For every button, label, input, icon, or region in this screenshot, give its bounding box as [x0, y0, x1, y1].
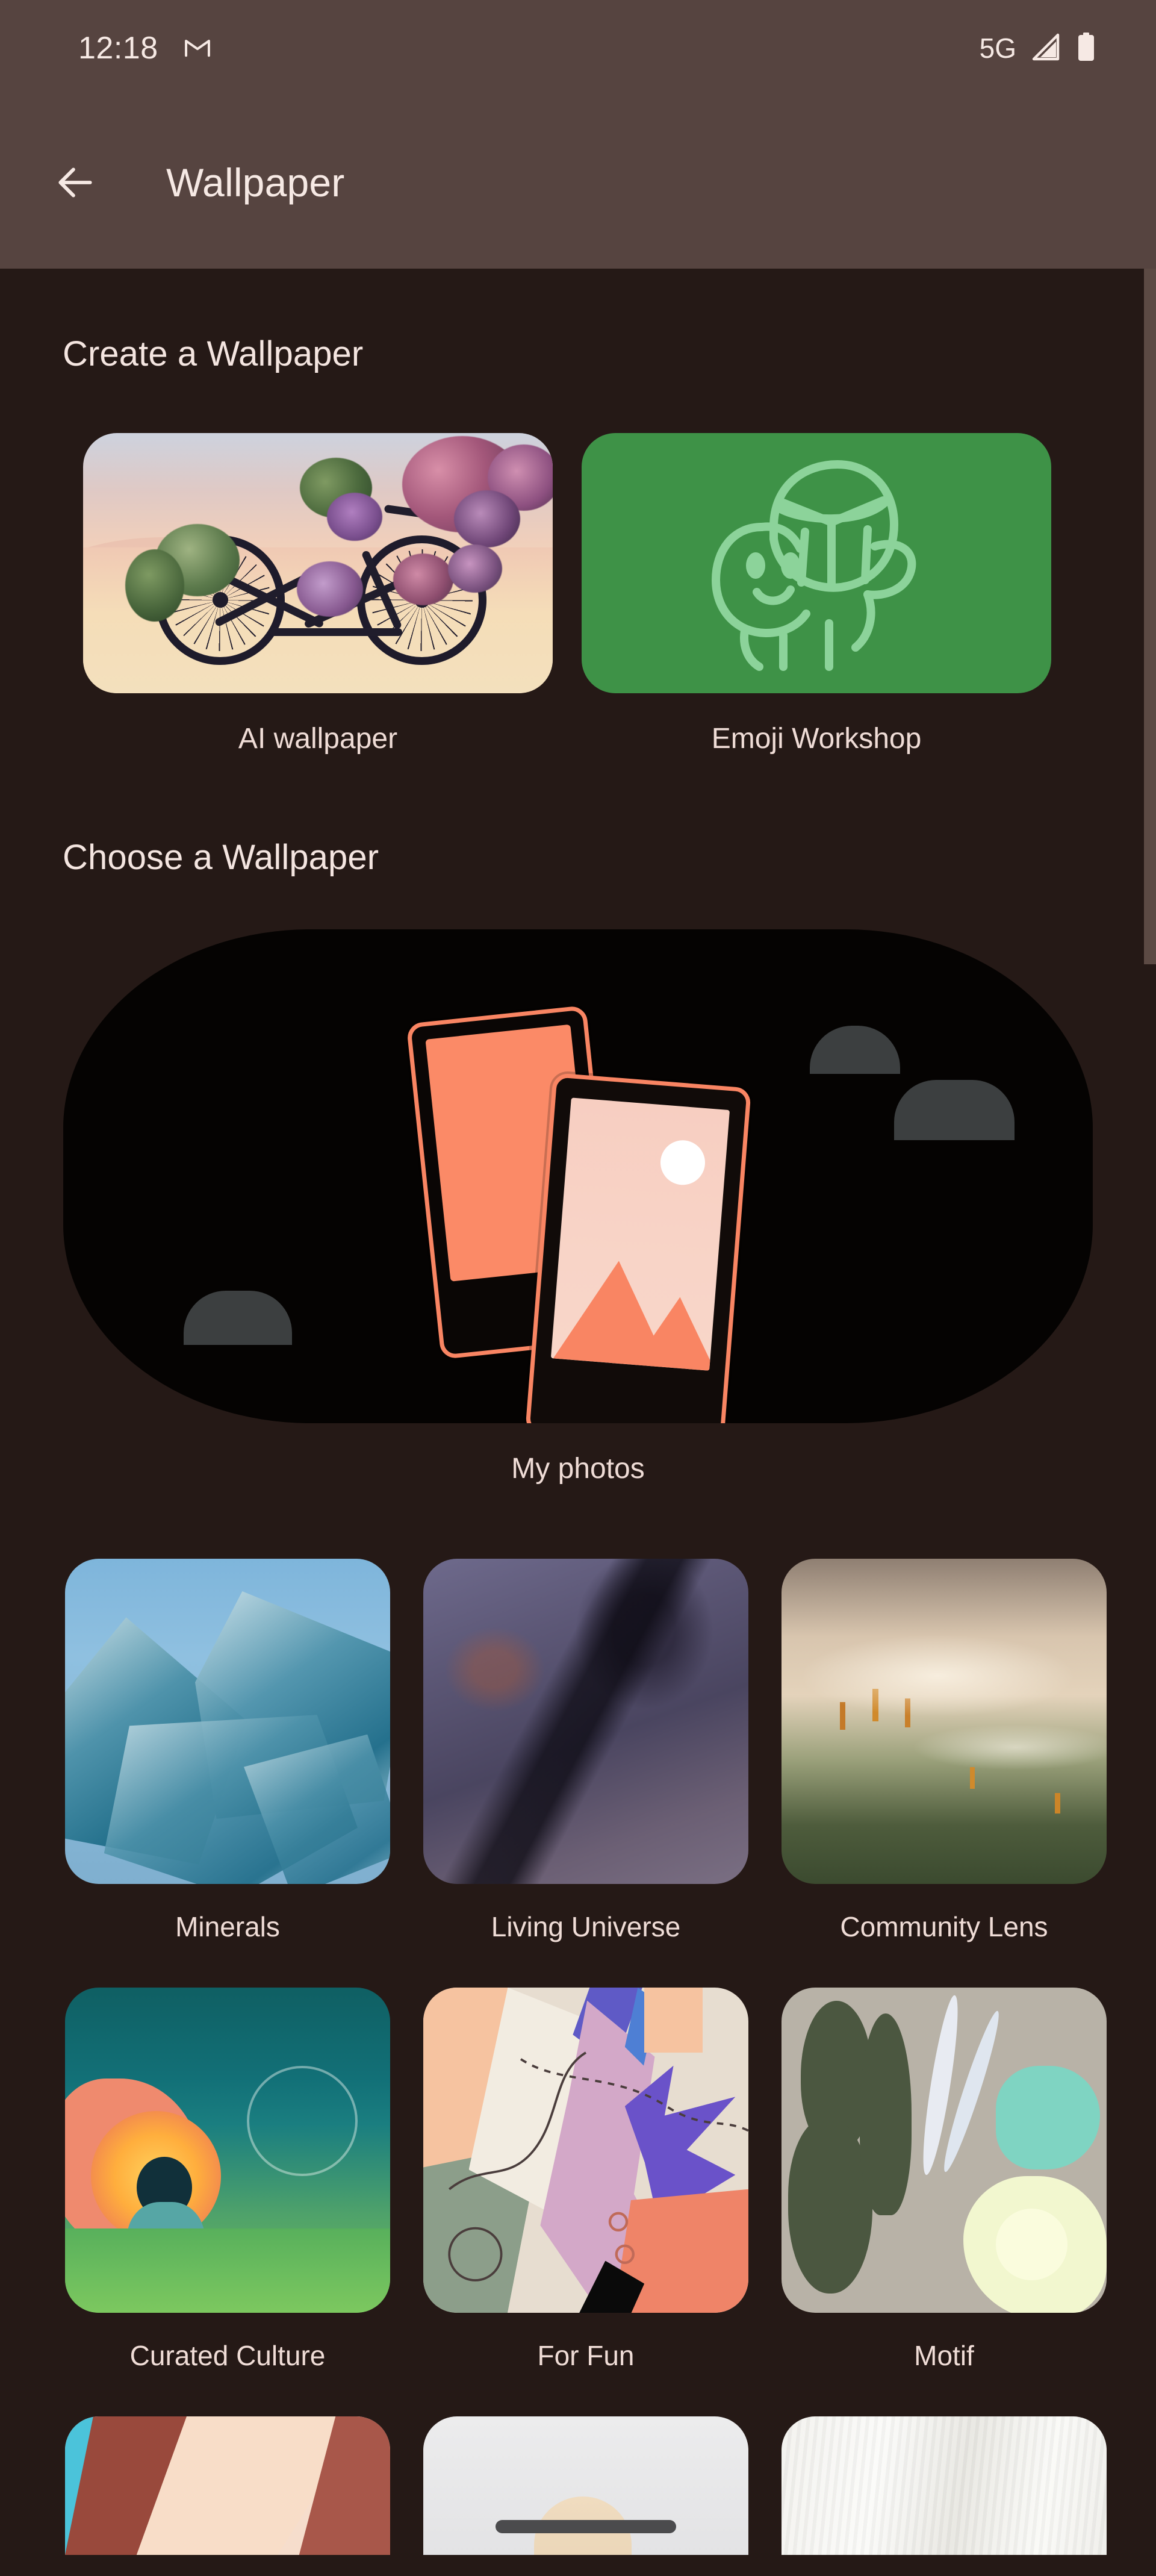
curated-culture-label: Curated Culture	[65, 2339, 390, 2372]
wallpaper-partial-row	[65, 2416, 1156, 2555]
back-button[interactable]	[30, 137, 120, 228]
network-type-label: 5G	[980, 32, 1016, 64]
create-wallpaper-row: AI wallpaper	[83, 433, 1156, 755]
my-photos-card[interactable]	[63, 929, 1093, 1423]
create-tile-emoji-workshop: Emoji Workshop	[582, 433, 1051, 755]
emoji-workshop-label: Emoji Workshop	[582, 722, 1051, 755]
minerals-thumbnail[interactable]	[65, 1559, 390, 1884]
status-bar-left: 12:18	[78, 30, 211, 66]
page-title: Wallpaper	[166, 160, 344, 205]
navigation-bar-pill	[496, 2520, 676, 2533]
signal-triangle-icon	[1032, 33, 1061, 64]
category-tile-minerals: Minerals	[65, 1559, 390, 1988]
cloud-icon	[894, 1080, 1015, 1140]
choose-section-heading: Choose a Wallpaper	[63, 837, 1156, 878]
community-lens-thumbnail[interactable]	[782, 1559, 1107, 1884]
sun-icon	[659, 1139, 707, 1187]
category-tile-community-lens: Community Lens	[782, 1559, 1107, 1988]
bicycle-with-flowers-photo	[83, 433, 553, 693]
scrollbar-track[interactable]	[1144, 269, 1156, 2576]
back-arrow-icon	[53, 160, 98, 205]
category-tile-partial-3	[782, 2416, 1107, 2555]
create-tile-ai-wallpaper: AI wallpaper	[83, 433, 553, 755]
bicycle-illustration	[119, 472, 517, 665]
my-photos-label: My photos	[0, 1452, 1156, 1485]
create-section-heading: Create a Wallpaper	[63, 334, 1156, 374]
cloud-icon	[810, 1026, 900, 1074]
living-universe-label: Living Universe	[423, 1910, 748, 1943]
living-universe-thumbnail[interactable]	[423, 1559, 748, 1884]
scrollbar-thumb[interactable]	[1144, 269, 1156, 964]
gmail-icon	[184, 36, 211, 61]
category-tile-partial-1	[65, 2416, 390, 2555]
community-lens-label: Community Lens	[782, 1910, 1107, 1943]
scroll-content: Create a Wallpaper	[0, 269, 1156, 2576]
category-tile-curated-culture: Curated Culture	[65, 1988, 390, 2416]
motif-thumbnail[interactable]	[782, 1988, 1107, 2313]
wallpaper-picker-screen: 12:18 5G	[0, 0, 1156, 2576]
oval-minimal-thumbnail[interactable]	[423, 2416, 748, 2555]
silk-texture-thumbnail[interactable]	[782, 2416, 1107, 2555]
category-tile-partial-2	[423, 2416, 748, 2555]
category-tile-living-universe: Living Universe	[423, 1559, 748, 1988]
battery-full-icon	[1077, 32, 1096, 65]
for-fun-label: For Fun	[423, 2339, 748, 2372]
photo-frame-front	[525, 1073, 751, 1423]
status-bar: 12:18 5G	[0, 0, 1156, 96]
emoji-workshop-thumbnail[interactable]	[582, 433, 1051, 693]
geometric-thumbnail[interactable]	[65, 2416, 390, 2555]
for-fun-thumbnail[interactable]	[423, 1988, 748, 2313]
category-tile-for-fun: For Fun	[423, 1988, 748, 2416]
app-bar: Wallpaper	[0, 96, 1156, 269]
minerals-label: Minerals	[65, 1910, 390, 1943]
turtle-emoji-outline-icon	[687, 455, 946, 672]
ai-wallpaper-thumbnail[interactable]	[83, 433, 553, 693]
motif-label: Motif	[782, 2339, 1107, 2372]
ai-wallpaper-label: AI wallpaper	[83, 722, 553, 755]
cloud-icon	[184, 1291, 292, 1345]
status-bar-right: 5G	[980, 32, 1096, 65]
category-tile-motif: Motif	[782, 1988, 1107, 2416]
curated-culture-thumbnail[interactable]	[65, 1988, 390, 2313]
status-time: 12:18	[78, 30, 158, 66]
wallpaper-category-grid: Minerals Living Universe Community Lens	[65, 1559, 1156, 2416]
